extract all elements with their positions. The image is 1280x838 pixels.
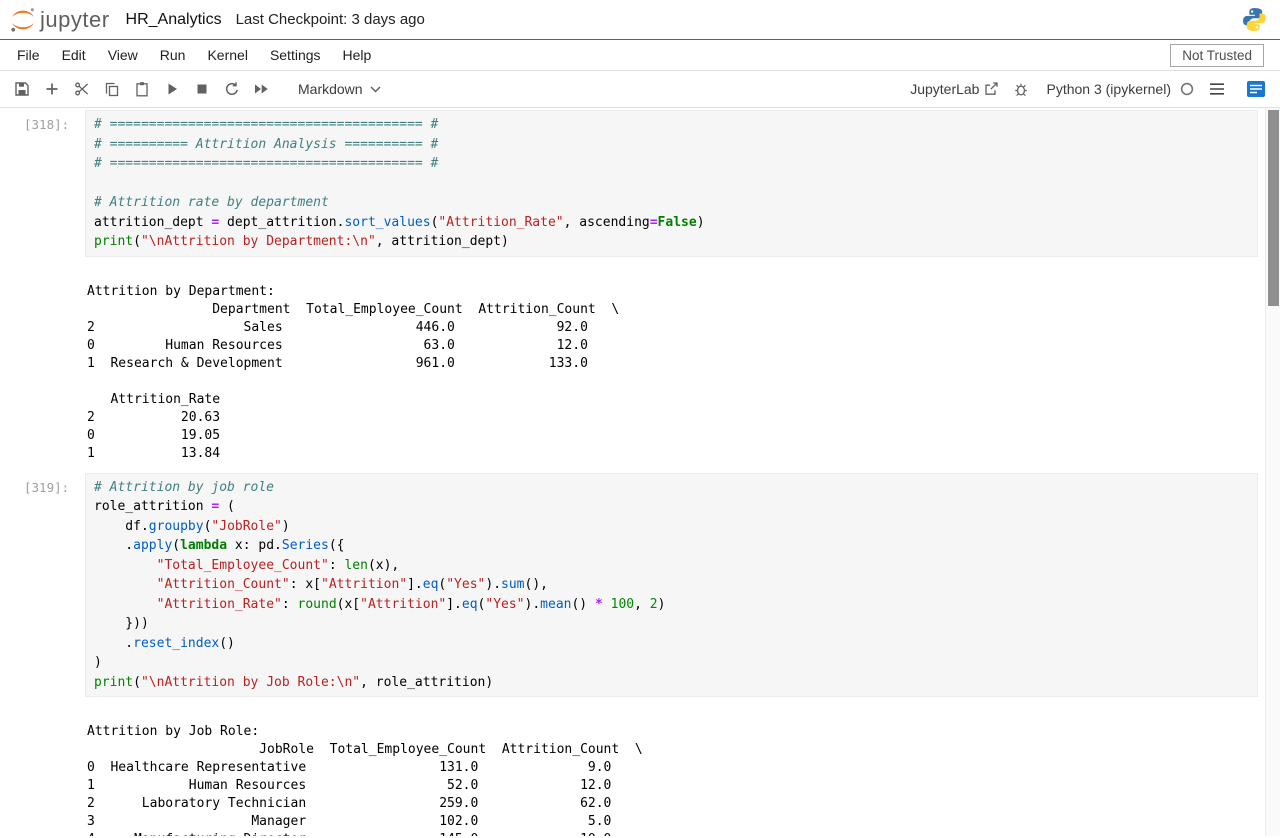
stop-icon [194,81,210,97]
panel-toggle-icon [1246,79,1266,99]
restart-kernel-button[interactable] [218,76,245,102]
restart-run-all-button[interactable] [248,76,275,102]
plus-icon [44,81,60,97]
toolbar: Markdown JupyterLab Python 3 (ipykernel) [0,71,1280,108]
code-line: ) [94,653,1249,673]
insert-cell-button[interactable] [38,76,65,102]
menu-item-run[interactable]: Run [149,42,197,68]
code-line: print("\nAttrition by Department:\n", at… [94,232,1249,252]
code-line: print("\nAttrition by Job Role:\n", role… [94,673,1249,693]
code-cell-input[interactable]: # ======================================… [85,110,1258,257]
kernel-status-icon [1180,82,1194,96]
stop-kernel-button[interactable] [188,76,215,102]
scissors-icon [74,81,90,97]
cell-output: Attrition by Department: Department Tota… [87,265,1258,463]
notebook-panel: [318]: # ================================… [0,108,1280,836]
bug-icon [1013,81,1029,97]
menu-item-help[interactable]: Help [332,42,383,68]
jupyter-logo[interactable]: jupyter [10,7,110,33]
scrollbar-track[interactable] [1265,108,1280,836]
code-line: .reset_index() [94,634,1249,654]
scrollbar-thumb[interactable] [1268,110,1279,306]
code-line: # ======================================… [94,154,1249,174]
code-line: role_attrition = ( [94,497,1249,517]
hamburger-icon [1209,82,1225,96]
fast-forward-icon [253,81,270,97]
menu-item-view[interactable]: View [97,42,149,68]
notebook-cell: [319]:# Attrition by job rolerole_attrit… [0,473,1258,837]
run-icon [164,81,180,97]
menu-item-file[interactable]: File [6,42,51,68]
code-line: .apply(lambda x: pd.Series({ [94,536,1249,556]
menu-item-settings[interactable]: Settings [259,42,332,68]
code-line: "Attrition_Rate": round(x["Attrition"].e… [94,595,1249,615]
open-in-jupyterlab-link[interactable]: JupyterLab [910,81,998,97]
code-line: })) [94,614,1249,634]
jupyter-logo-text: jupyter [40,9,110,33]
jupyter-app: jupyter HR_Analytics Last Checkpoint: 3 … [0,0,1280,838]
python-logo-icon [1241,6,1268,33]
side-panel-toggle-button[interactable] [1242,76,1269,102]
menu-bar: File Edit View Run Kernel Settings Help … [0,40,1280,71]
menu-item-kernel[interactable]: Kernel [196,42,258,68]
external-link-icon [984,82,998,96]
code-line: attrition_dept = dept_attrition.sort_val… [94,213,1249,233]
menu-item-edit[interactable]: Edit [51,42,97,68]
code-line: "Total_Employee_Count": len(x), [94,556,1249,576]
cell-output: Attrition by Job Role: JobRole Total_Emp… [87,705,1258,836]
code-line: # ======================================… [94,115,1249,135]
notebook-title[interactable]: HR_Analytics [126,11,222,29]
trust-status-badge[interactable]: Not Trusted [1170,44,1264,67]
cell-body: # ======================================… [85,110,1258,463]
save-button[interactable] [8,76,35,102]
execution-count: [319]: [0,473,85,837]
code-line: # Attrition by job role [94,478,1249,498]
code-line: df.groupby("JobRole") [94,517,1249,537]
copy-icon [104,81,120,97]
paste-icon [134,81,150,97]
execution-count: [318]: [0,110,85,463]
paste-cell-button[interactable] [128,76,155,102]
code-line: "Attrition_Count": x["Attrition"].eq("Ye… [94,575,1249,595]
checkpoint-label: Last Checkpoint: 3 days ago [236,11,425,28]
restart-icon [224,81,240,97]
copy-cell-button[interactable] [98,76,125,102]
cells: [318]: # ================================… [0,110,1280,836]
debugger-button[interactable] [1007,76,1034,102]
header: jupyter HR_Analytics Last Checkpoint: 3 … [0,0,1280,40]
code-line [94,174,1249,194]
code-cell-input[interactable]: # Attrition by job rolerole_attrition = … [85,473,1258,698]
kernel-name-label[interactable]: Python 3 (ipykernel) [1046,81,1171,97]
cut-cell-button[interactable] [68,76,95,102]
cell-type-dropdown[interactable]: Markdown [292,78,387,100]
cell-body: # Attrition by job rolerole_attrition = … [85,473,1258,837]
jupyter-logo-icon [10,7,36,33]
code-line: # ========== Attrition Analysis ========… [94,135,1249,155]
code-line: # Attrition rate by department [94,193,1249,213]
jupyterlab-link-label: JupyterLab [910,81,979,97]
run-cell-button[interactable] [158,76,185,102]
chevron-down-icon [370,86,381,93]
notebook-menu-button[interactable] [1203,76,1230,102]
notebook-cell: [318]: # ================================… [0,110,1258,463]
cell-type-value: Markdown [298,81,363,97]
save-icon [14,81,30,97]
